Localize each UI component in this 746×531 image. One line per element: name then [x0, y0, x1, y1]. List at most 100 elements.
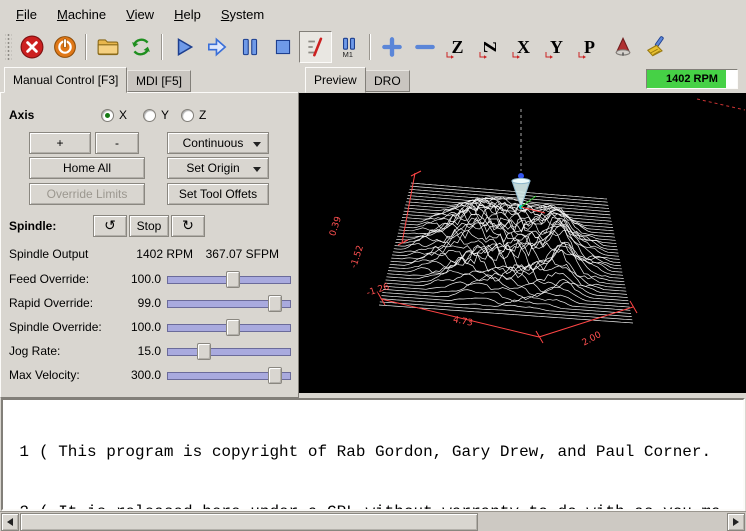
view-z-button[interactable]: Z: [441, 31, 474, 63]
menu-system[interactable]: System: [211, 0, 274, 28]
max-velocity-value: 300.0: [111, 368, 161, 382]
tab-dro-label: DRO: [374, 74, 401, 88]
estop-button[interactable]: [15, 31, 48, 63]
machine-power-button[interactable]: [48, 31, 81, 63]
tab-preview[interactable]: Preview: [305, 67, 366, 93]
gcode-line[interactable]: 1 ( This program is copyright of Rab Gor…: [3, 442, 743, 462]
toolbar-separator: [369, 34, 371, 60]
home-row: Home All Set Origin: [1, 157, 298, 179]
feed-override-label: Feed Override:: [9, 272, 89, 286]
gcode-listing[interactable]: 1 ( This program is copyright of Rab Gor…: [1, 398, 745, 511]
zoom-out-button[interactable]: [408, 31, 441, 63]
skip-lines-icon: [304, 35, 328, 59]
tab-dro[interactable]: DRO: [365, 70, 410, 92]
toggle-skip-lines-button[interactable]: [299, 31, 332, 63]
slider-handle[interactable]: [197, 343, 211, 360]
slider-handle[interactable]: [226, 319, 240, 336]
spindle-override-slider[interactable]: [167, 319, 291, 336]
menu-help[interactable]: Help: [164, 0, 211, 28]
jog-rate-slider[interactable]: [167, 343, 291, 360]
preview-canvas[interactable]: 0.39 -1.52 -1.26 4.73 2.00: [299, 93, 746, 393]
spindle-output-row: Spindle Output 1402 RPM 367.07 SFPM: [1, 247, 298, 263]
jog-plus-button[interactable]: +: [29, 132, 91, 154]
gcode-line[interactable]: 2 ( It is released here under a GPL with…: [3, 502, 743, 511]
toolbar-separator: [85, 34, 87, 60]
slider-handle[interactable]: [268, 295, 282, 312]
axis-radio-y[interactable]: Y: [143, 108, 169, 122]
zoom-in-button[interactable]: [375, 31, 408, 63]
spindle-forward-button[interactable]: ↻: [171, 215, 205, 237]
jog-rate-label: Jog Rate:: [9, 344, 60, 358]
clear-plot-button[interactable]: [639, 31, 672, 63]
toggle-optional-pause-button[interactable]: M1: [332, 31, 365, 63]
spindle-reverse-button[interactable]: ↺: [93, 215, 127, 237]
scroll-left-button[interactable]: [1, 513, 19, 531]
spindle-override-row: Spindle Override: 100.0: [1, 317, 298, 339]
menu-machine[interactable]: Machine: [47, 0, 116, 28]
tab-mdi[interactable]: MDI [F5]: [127, 70, 191, 92]
set-tool-offsets-button[interactable]: Set Tool Offets: [167, 183, 269, 205]
set-origin-dropdown[interactable]: Set Origin: [167, 157, 269, 179]
run-step-button[interactable]: [200, 31, 233, 63]
home-all-button[interactable]: Home All: [29, 157, 145, 179]
slider-track[interactable]: [167, 348, 291, 356]
spindle-output-label: Spindle Output: [9, 247, 88, 261]
axis-y-label: Y: [161, 108, 169, 122]
slider-handle[interactable]: [226, 271, 240, 288]
tab-manual-control[interactable]: Manual Control [F3]: [4, 67, 127, 93]
scroll-right-icon: [733, 518, 739, 526]
view-z-rotated-button[interactable]: Z: [474, 31, 507, 63]
rotate-view-icon: [611, 35, 635, 59]
run-step-icon: [205, 35, 229, 59]
jog-minus-button[interactable]: -: [95, 132, 139, 154]
stop-button[interactable]: [266, 31, 299, 63]
spindle-override-value: 100.0: [111, 320, 161, 334]
tab-preview-label: Preview: [314, 73, 357, 87]
menu-file[interactable]: File: [6, 0, 47, 28]
axis-row: Axis X Y Z: [1, 104, 298, 126]
rapid-override-slider[interactable]: [167, 295, 291, 312]
open-file-icon: [96, 35, 120, 59]
view-x-button[interactable]: X: [507, 31, 540, 63]
red-axis-mark-icon: [512, 51, 521, 59]
chevron-down-icon: [253, 167, 261, 172]
open-file-button[interactable]: [91, 31, 124, 63]
axis-z-label: Z: [199, 108, 206, 122]
view-p-button[interactable]: P: [573, 31, 606, 63]
axis-radio-x[interactable]: X: [101, 108, 127, 122]
slider-handle[interactable]: [268, 367, 282, 384]
radio-circle: [143, 109, 156, 122]
svg-text:M1: M1: [342, 49, 353, 58]
pause-button[interactable]: [233, 31, 266, 63]
spindle-sfpm-value: 367.07 SFPM: [199, 247, 279, 261]
spindle-row: Spindle: ↺ Stop ↻: [1, 215, 298, 237]
menu-view[interactable]: View: [116, 0, 164, 28]
axis-radio-z[interactable]: Z: [181, 108, 206, 122]
zoom-out-icon: [413, 35, 437, 59]
spindle-stop-button[interactable]: Stop: [129, 215, 169, 237]
toolbar-drag-handle[interactable]: [5, 34, 12, 60]
max-velocity-slider[interactable]: [167, 367, 291, 384]
toolbar: M1 Z Z X Y P: [0, 28, 746, 65]
rpm-badge-text: 1402 RPM: [647, 73, 737, 85]
scroll-right-button[interactable]: [727, 513, 745, 531]
machine-power-icon: [53, 35, 77, 59]
feed-override-slider[interactable]: [167, 271, 291, 288]
spindle-override-label: Spindle Override:: [9, 320, 102, 334]
rotate-view-button[interactable]: [606, 31, 639, 63]
gcode-line-number: 1: [3, 442, 29, 462]
run-button[interactable]: [167, 31, 200, 63]
override-limits-button[interactable]: Override Limits: [29, 183, 145, 205]
spindle-rpm-badge: 1402 RPM: [646, 69, 738, 89]
jog-mode-dropdown[interactable]: Continuous: [167, 132, 269, 154]
scrollbar-thumb[interactable]: [20, 513, 478, 531]
zoom-in-icon: [380, 35, 404, 59]
spindle-forward-icon: ↻: [182, 218, 194, 234]
limit-boundary-line: [697, 99, 745, 110]
reload-button[interactable]: [124, 31, 157, 63]
axis-label: Axis: [9, 108, 34, 122]
jog-row: + - Continuous: [1, 132, 298, 154]
scroll-left-icon: [7, 518, 13, 526]
view-y-button[interactable]: Y: [540, 31, 573, 63]
gcode-horizontal-scrollbar[interactable]: [0, 511, 746, 531]
